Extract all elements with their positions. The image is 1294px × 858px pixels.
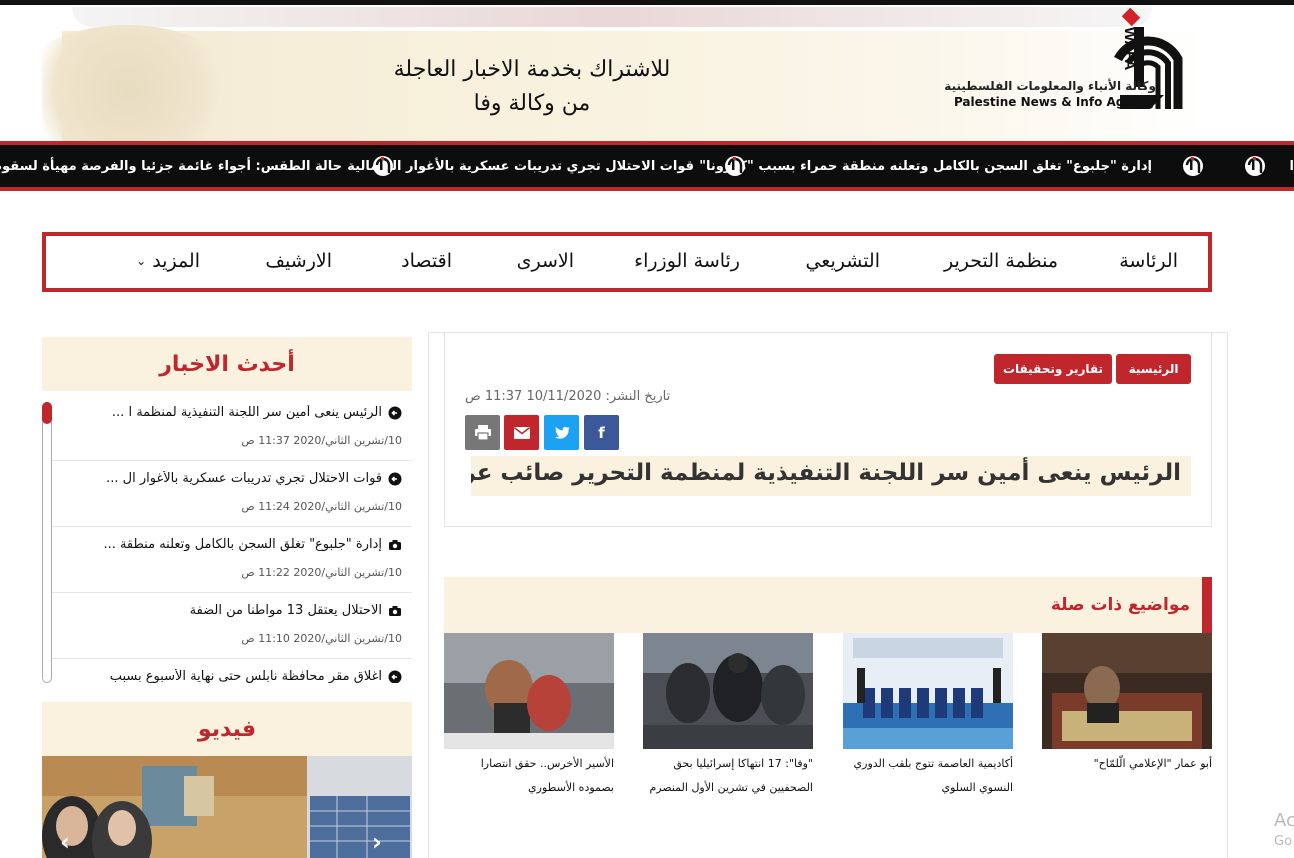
nav-item-prime-ministry[interactable]: رئاسة الوزراء [634, 250, 740, 272]
wafa-logo[interactable]: WAFA وكالة الأنباء والمعلومات الفلسطينية… [944, 5, 1212, 115]
envelope-icon [513, 426, 530, 439]
video-thumbnail[interactable]: ‹ › [42, 756, 412, 858]
nav-item-more[interactable]: المزيد ⌄ [136, 250, 200, 272]
wafa-mini-logo-icon [1182, 155, 1204, 177]
chevron-left-icon[interactable]: ‹ [60, 828, 70, 856]
twitter-share-button[interactable] [544, 415, 579, 450]
news-title: الاحتلال يعتقل 13 مواطنا من الضفة [189, 603, 382, 618]
related-card[interactable]: أبو عمار "الإعلامي الّلمّاح" [1042, 633, 1212, 776]
ticker-item-text: ا [1289, 158, 1294, 174]
related-card-image [643, 633, 813, 749]
article-headline: الرئيس ينعى أمين سر اللجنة التنفيذية لمن… [471, 456, 1191, 496]
ticker-item[interactable]: قوات الاحتلال تجري تدريبات عسكرية بالأغو… [347, 154, 746, 178]
news-date: 10/تشرين الثاني/2020 11:37 ص [241, 434, 402, 447]
news-title: إدارة "جلبوع" تغلق السجن بالكامل وتعلنه … [103, 537, 382, 552]
ticker-item-text: قوات الاحتلال تجري تدريبات عسكرية بالأغو… [347, 158, 694, 174]
list-item[interactable]: الاحتلال يعتقل 13 مواطنا من الضفة 10/تشر… [42, 593, 412, 659]
related-card[interactable]: "وفا": 17 انتهاكا إسرائيليا بحق الصحفيين… [643, 633, 813, 800]
os-activation-watermark: Ac [1274, 810, 1294, 831]
circle-arrow-icon [388, 670, 402, 683]
video-frame-image [42, 756, 412, 858]
nav-item-legislative[interactable]: التشريعي [805, 250, 880, 272]
news-title: قوات الاحتلال تجري تدريبات عسكرية بالأغو… [106, 471, 382, 486]
latest-news-widget: أحدث الاخبار الرئيس ينعى أمين سر اللجنة … [42, 337, 412, 683]
related-card-caption: الأسير الأخرس.. حقق انتصارا بصموده الأسط… [480, 757, 614, 794]
video-title: فيديو [42, 702, 412, 756]
os-activation-watermark-sub: Go [1274, 834, 1293, 849]
list-item[interactable]: اغلاق مقر محافظة نابلس حتى نهاية الأسبوع… [42, 659, 412, 683]
ticker-item-text: إدارة "جلبوع" تغلق السجن بالكامل وتعلنه … [699, 158, 1152, 174]
logo-english-text: Palestine News & Info Agency [953, 95, 1156, 109]
latest-news-title: أحدث الاخبار [42, 337, 412, 391]
camera-icon [389, 539, 401, 550]
nav-item-archive[interactable]: الارشيف [265, 250, 332, 272]
latest-news-list: الرئيس ينعى أمين سر اللجنة التنفيذية لمن… [42, 395, 412, 683]
ticker-item[interactable]: حالة الطقس: أجواء غائمة جزئيا والفرصة مه… [0, 154, 394, 178]
latest-news-scrollbar[interactable] [42, 402, 52, 683]
print-button[interactable] [465, 415, 500, 450]
list-item[interactable]: الرئيس ينعى أمين سر اللجنة التنفيذية لمن… [42, 395, 412, 461]
chevron-down-icon: ⌄ [136, 254, 147, 268]
news-date: 10/تشرين الثاني/2020 11:22 ص [241, 566, 402, 579]
nav-item-plo[interactable]: منظمة التحرير [944, 250, 1058, 272]
related-card-image [444, 633, 614, 749]
breadcrumb-section[interactable]: تقارير وتحقيقات [994, 354, 1112, 384]
related-card-image [1042, 633, 1212, 749]
related-card-image [843, 633, 1013, 749]
circle-arrow-icon [388, 472, 402, 485]
list-item[interactable]: قوات الاحتلال تجري تدريبات عسكرية بالأغو… [42, 461, 412, 527]
ticker-item[interactable]: إدارة "جلبوع" تغلق السجن بالكامل وتعلنه … [699, 154, 1204, 178]
related-topics-title: مواضيع ذات صلة [444, 577, 1212, 633]
banner-promo-line1: للاشتراك بخدمة الاخبار العاجلة [393, 57, 671, 82]
printer-icon [474, 425, 491, 440]
ticker-item[interactable]: ا [1290, 154, 1294, 178]
related-card[interactable]: الأسير الأخرس.. حقق انتصارا بصموده الأسط… [444, 633, 614, 800]
nav-item-prisoners[interactable]: الاسرى [517, 250, 574, 272]
main-navigation: الرئاسة منظمة التحرير التشريعي رئاسة الو… [42, 232, 1212, 292]
ticker-item [1244, 154, 1266, 178]
breadcrumb-home[interactable]: الرئيسية [1116, 354, 1191, 384]
article-container: الرئيسية تقارير وتحقيقات تاريخ النشر: 10… [428, 332, 1228, 858]
related-card[interactable]: أكاديمية العاصمة تتوج بلقب الدوري النسوي… [843, 633, 1013, 800]
related-card-caption: "وفا": 17 انتهاكا إسرائيليا بحق الصحفيين… [649, 757, 813, 794]
facebook-icon: f [598, 423, 605, 442]
news-title: الرئيس ينعى أمين سر اللجنة التنفيذية لمن… [111, 405, 382, 420]
email-share-button[interactable] [504, 415, 539, 450]
nav-item-presidency[interactable]: الرئاسة [1119, 250, 1178, 272]
circle-arrow-icon [388, 406, 402, 419]
news-date: 10/تشرين الثاني/2020 11:10 ص [241, 632, 402, 645]
subscription-banner[interactable]: للاشتراك بخدمة الاخبار العاجلة من وكالة … [42, 5, 1212, 142]
chevron-right-icon[interactable]: › [372, 828, 382, 856]
logo-arabic-text: وكالة الأنباء والمعلومات الفلسطينية [944, 79, 1156, 93]
facebook-share-button[interactable]: f [584, 415, 619, 450]
camera-icon [389, 605, 401, 616]
banner-promo-line2: من وكالة وفا [473, 91, 591, 116]
video-widget: فيديو ‹ › [42, 702, 412, 858]
svg-text:WAFA: WAFA [1121, 27, 1138, 70]
nav-item-economy[interactable]: اقتصاد [401, 250, 452, 272]
related-card-caption: أكاديمية العاصمة تتوج بلقب الدوري النسوي… [853, 757, 1013, 794]
related-card-caption: أبو عمار "الإعلامي الّلمّاح" [1093, 757, 1212, 770]
wafa-mini-logo-icon [1244, 155, 1266, 177]
scrollbar-thumb[interactable] [42, 402, 52, 424]
nav-more-label: المزيد [152, 250, 200, 272]
news-title: اغلاق مقر محافظة نابلس حتى نهاية الأسبوع… [109, 669, 382, 683]
twitter-icon [554, 426, 570, 439]
article-header-box: الرئيسية تقارير وتحقيقات تاريخ النشر: 10… [444, 333, 1212, 527]
list-item[interactable]: إدارة "جلبوع" تغلق السجن بالكامل وتعلنه … [42, 527, 412, 593]
banner-promo-text: للاشتراك بخدمة الاخبار العاجلة من وكالة … [342, 53, 722, 121]
wafa-mini-logo-icon [372, 155, 394, 177]
news-ticker: إدارة "جلبوع" تغلق السجن بالكامل وتعلنه … [0, 141, 1294, 191]
publish-date: تاريخ النشر: 10/11/2020 11:37 ص [465, 389, 671, 404]
ticker-item-text: حالة الطقس: أجواء غائمة جزئيا والفرصة مه… [0, 158, 342, 174]
news-date: 10/تشرين الثاني/2020 11:24 ص [241, 500, 402, 513]
wafa-mini-logo-icon [724, 155, 746, 177]
